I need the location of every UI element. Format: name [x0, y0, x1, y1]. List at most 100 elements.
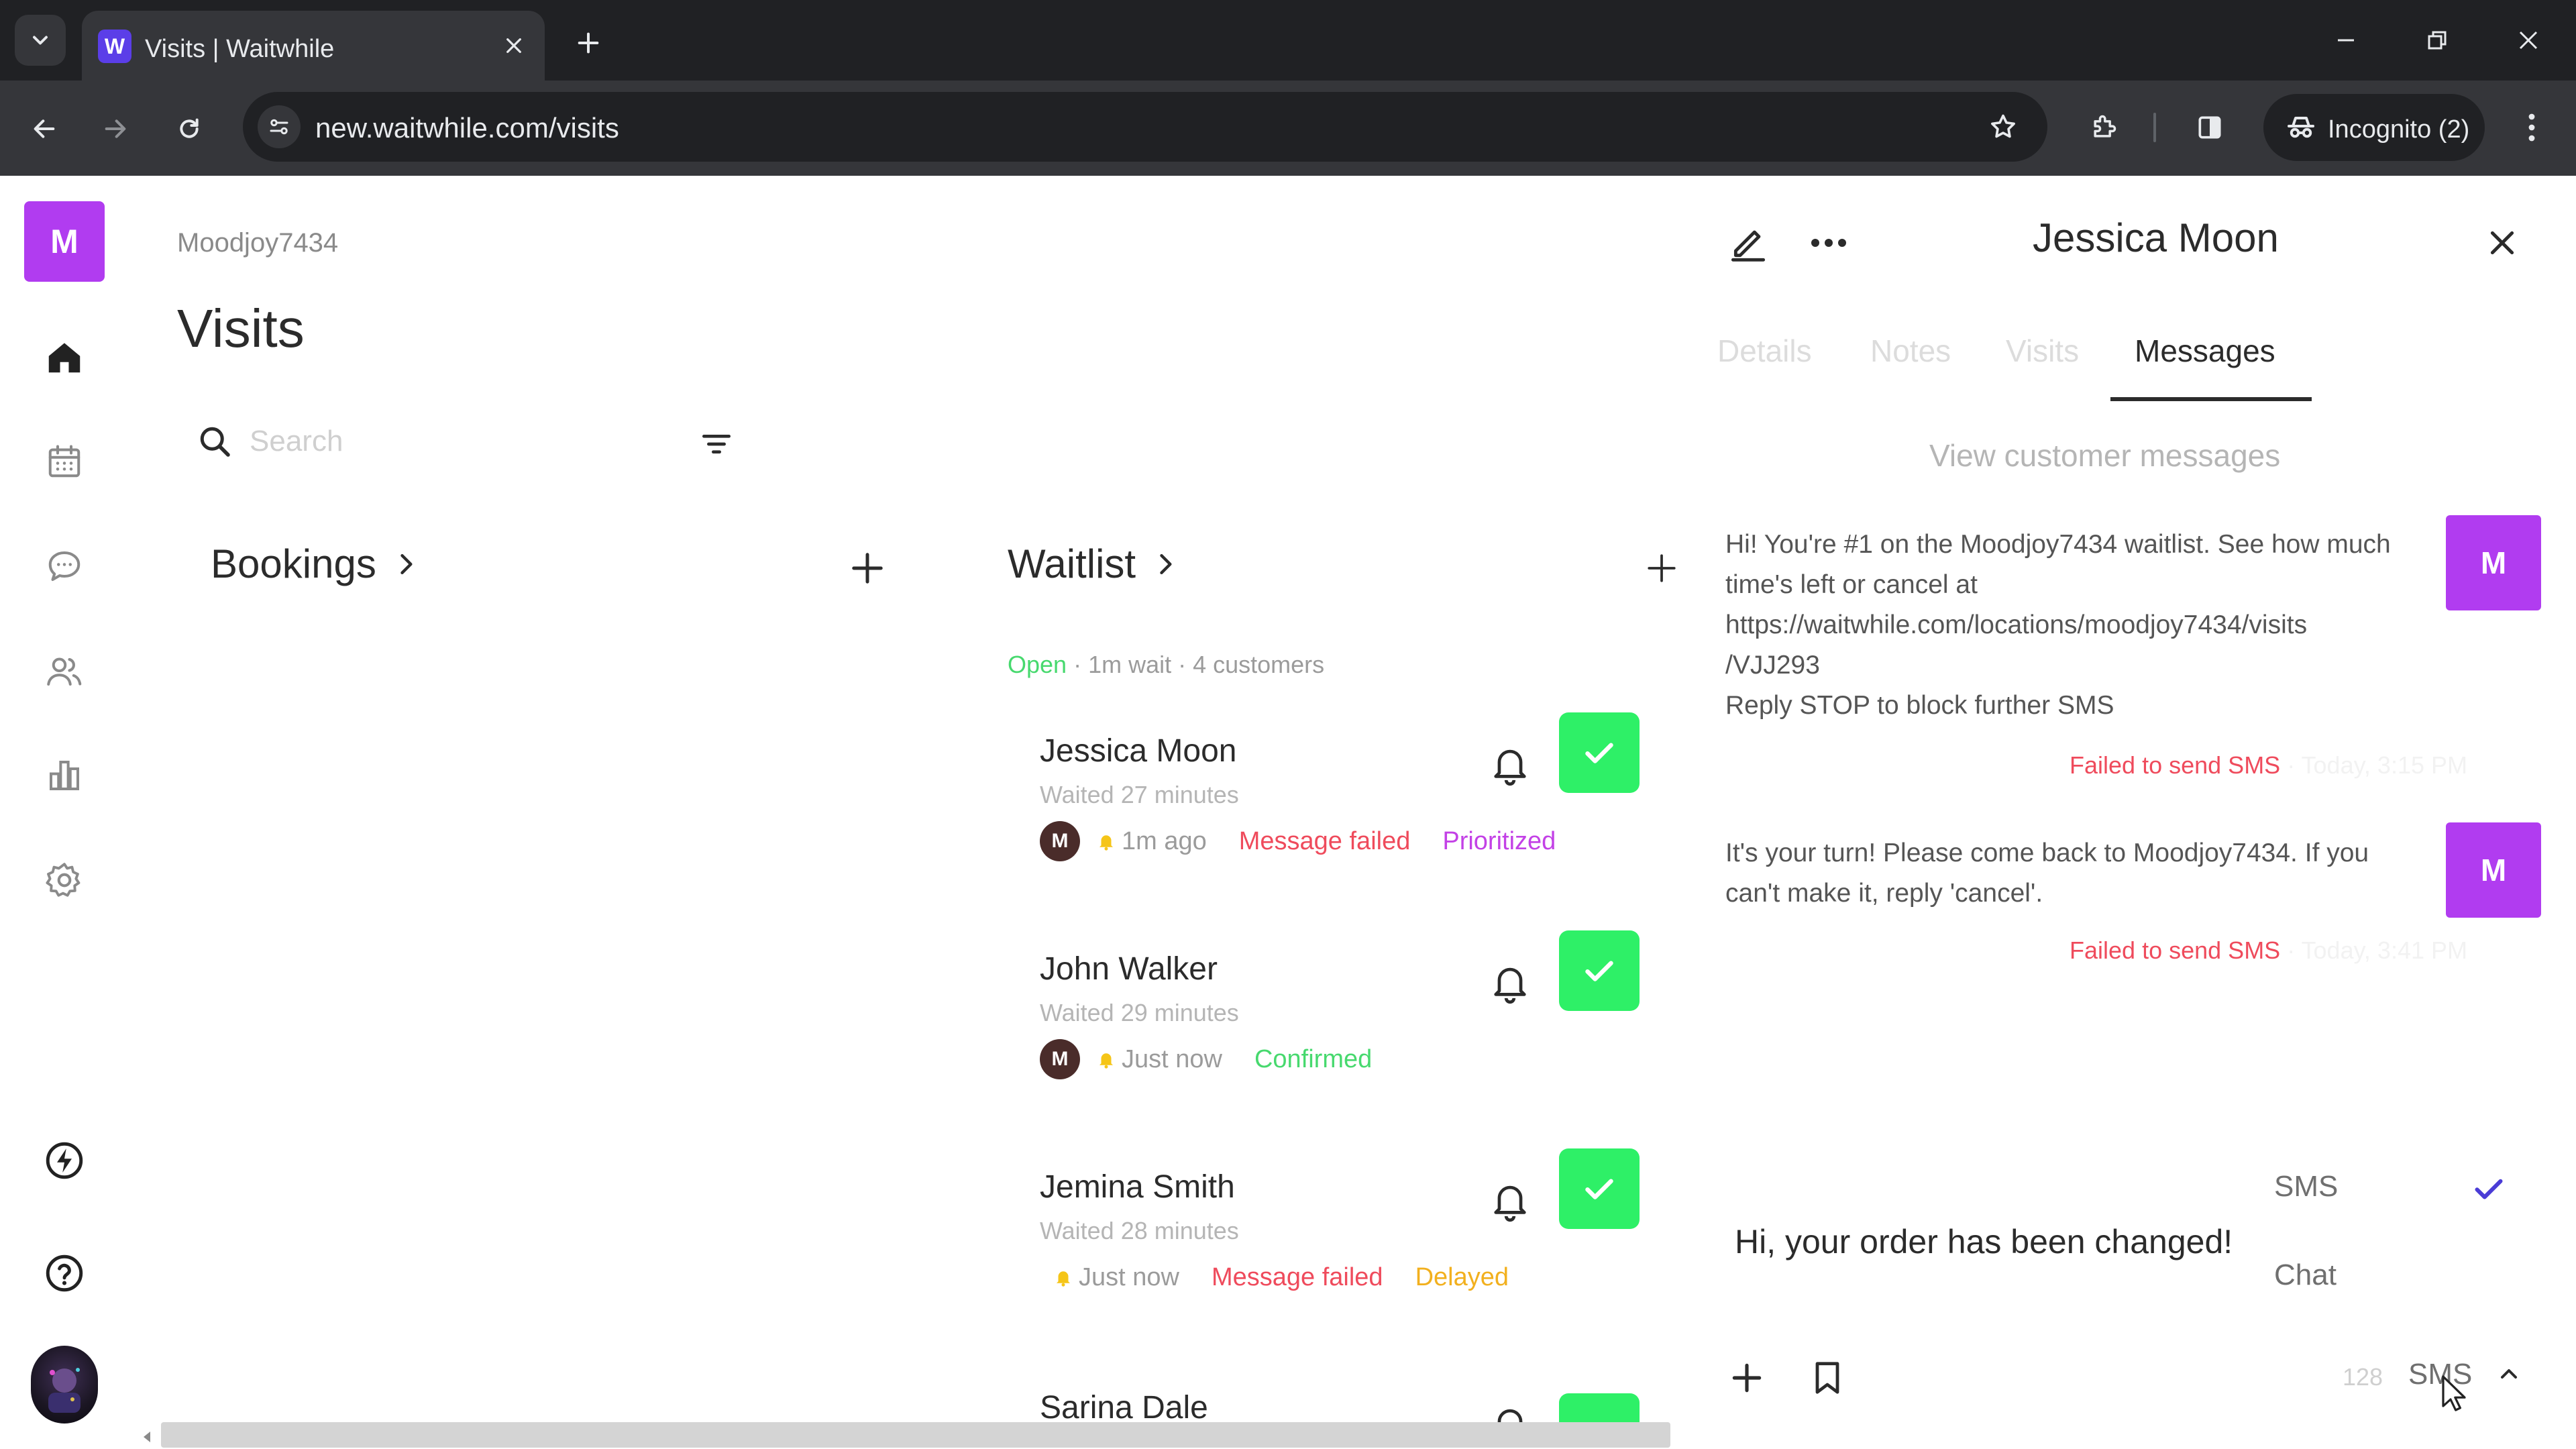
sidebar-nav: M — [0, 176, 129, 1449]
forward-arrow-icon[interactable] — [91, 105, 140, 153]
notify-bell-icon[interactable] — [1487, 741, 1534, 788]
browser-tab-active[interactable]: W Visits | Waitwhile — [82, 11, 545, 80]
bookings-header[interactable]: Bookings — [211, 541, 421, 587]
browser-toolbar: new.waitwhile.com/visits Incognito (2) — [0, 80, 2576, 176]
side-panel-icon[interactable] — [2186, 103, 2234, 152]
address-url: new.waitwhile.com/visits — [315, 112, 619, 144]
toolbar-separator — [2153, 113, 2156, 142]
address-bar[interactable]: new.waitwhile.com/visits — [243, 92, 2047, 162]
search-input[interactable] — [250, 420, 665, 463]
bolt-icon[interactable] — [38, 1134, 91, 1187]
extensions-puzzle-icon[interactable] — [2080, 103, 2128, 152]
help-icon[interactable] — [38, 1246, 91, 1300]
message-line: Hi! You're #1 on the Moodjoy7434 waitlis… — [1725, 530, 2391, 599]
serve-checkmark-button[interactable] — [1559, 930, 1640, 1011]
search-icon — [195, 421, 235, 462]
more-options-icon[interactable] — [1803, 217, 1854, 268]
message-status: Failed to send SMS · Today, 3:15 PM — [2070, 751, 2467, 780]
character-count: 128 — [2343, 1363, 2383, 1391]
chevron-up-icon[interactable] — [2489, 1354, 2529, 1394]
message-time: · Today, 3:15 PM — [2280, 751, 2467, 779]
location-avatar[interactable]: M — [24, 201, 105, 282]
reload-icon[interactable] — [165, 105, 213, 153]
waitlist-open-label: Open — [1008, 651, 1067, 678]
send-failed-label: Failed to send SMS — [2070, 936, 2281, 964]
people-icon[interactable] — [38, 644, 91, 698]
serve-checkmark-button[interactable] — [1559, 1148, 1640, 1229]
add-attachment-plus-icon[interactable] — [1721, 1352, 1772, 1403]
sender-avatar: M — [2446, 822, 2541, 918]
customer-name: John Walker — [1040, 951, 1218, 987]
waitlist-card[interactable]: John Walker Waited 29 minutes M Just now… — [1040, 930, 1657, 1152]
message-status: Failed to send SMS · Today, 3:41 PM — [2070, 936, 2467, 965]
browser-menu-kebab-icon[interactable] — [2512, 103, 2552, 152]
waitlist-header[interactable]: Waitlist — [1008, 541, 1180, 587]
page-title: Visits — [177, 299, 305, 358]
status-prioritized: Prioritized — [1442, 826, 1556, 855]
scroll-left-arrow-icon[interactable] — [140, 1429, 156, 1445]
channel-option-chat[interactable]: Chat — [2274, 1258, 2337, 1292]
window-minimize-icon[interactable] — [2322, 20, 2369, 60]
bell-small-icon — [1057, 1271, 1070, 1287]
message-compose-text[interactable]: Hi, your order has been changed! — [1735, 1222, 2233, 1261]
bookmark-star-icon[interactable] — [1982, 105, 2025, 148]
add-booking-plus-icon[interactable] — [844, 545, 891, 592]
wait-time: Waited 28 minutes — [1040, 1217, 1239, 1244]
saved-replies-bookmark-icon[interactable] — [1802, 1352, 1853, 1403]
waitlist-card[interactable]: Jemina Smith Waited 28 minutes Just now … — [1040, 1148, 1657, 1370]
edit-pencil-icon[interactable] — [1723, 217, 1774, 268]
checkmark-icon — [1585, 743, 1613, 763]
tab-details[interactable]: Details — [1717, 333, 1812, 369]
tab-notes[interactable]: Notes — [1870, 333, 1951, 369]
waitlist-card[interactable]: Sarina Dale — [1040, 1387, 1657, 1427]
staff-avatar: M — [1040, 821, 1080, 861]
message-line: /VJJ293 — [1725, 651, 1820, 680]
tab-search-chevron-icon[interactable] — [15, 15, 66, 66]
browser-tab-strip: W Visits | Waitwhile — [0, 0, 2576, 80]
calendar-icon[interactable] — [38, 435, 91, 488]
home-icon[interactable] — [38, 330, 91, 384]
checkmark-icon — [1585, 1179, 1613, 1199]
active-tab-indicator — [2110, 397, 2312, 401]
chat-icon[interactable] — [38, 539, 91, 593]
waitlist-card[interactable]: Jessica Moon Waited 27 minutes M 1m ago … — [1040, 712, 1657, 934]
tab-visits[interactable]: Visits — [2006, 333, 2079, 369]
sender-avatar: M — [2446, 515, 2541, 610]
message-line: It's your turn! Please come back to Mood… — [1725, 839, 2369, 908]
wait-time: Waited 29 minutes — [1040, 999, 1239, 1026]
status-message-failed: Message failed — [1211, 1263, 1383, 1291]
view-customer-messages-link[interactable]: View customer messages — [1929, 437, 2280, 474]
window-restore-icon[interactable] — [2414, 20, 2461, 60]
user-profile-avatar[interactable] — [31, 1346, 98, 1424]
gear-icon[interactable] — [38, 853, 91, 907]
serve-checkmark-button[interactable] — [1559, 712, 1640, 793]
message-line: Reply STOP to block further SMS — [1725, 691, 2114, 720]
wait-time: Waited 27 minutes — [1040, 781, 1239, 808]
customer-name-heading: Jessica Moon — [2033, 215, 2279, 260]
window-close-icon[interactable] — [2505, 20, 2552, 60]
notified-time: 1m ago — [1122, 826, 1207, 855]
incognito-icon — [2282, 109, 2320, 146]
status-delayed: Delayed — [1415, 1263, 1509, 1291]
browser-tab-title: Visits | Waitwhile — [145, 35, 335, 63]
filter-icon[interactable] — [698, 425, 735, 463]
analytics-icon[interactable] — [38, 749, 91, 802]
channel-option-sms[interactable]: SMS — [2274, 1170, 2338, 1203]
new-tab-plus-icon[interactable] — [567, 21, 610, 64]
status-confirmed: Confirmed — [1254, 1044, 1373, 1073]
notify-bell-icon[interactable] — [1487, 959, 1534, 1006]
notify-bell-icon[interactable] — [1487, 1177, 1534, 1224]
status-message-failed: Message failed — [1238, 826, 1411, 855]
close-panel-icon[interactable] — [2477, 217, 2528, 268]
tab-close-icon[interactable] — [496, 28, 531, 63]
bell-small-icon — [1099, 1053, 1113, 1069]
card-meta-row: M Just now Confirmed — [1040, 1038, 1372, 1081]
back-arrow-icon[interactable] — [20, 105, 68, 153]
customer-name: Sarina Dale — [1040, 1390, 1208, 1426]
waitlist-label: Waitlist — [1008, 541, 1136, 586]
tab-messages[interactable]: Messages — [2135, 333, 2275, 369]
horizontal-scrollbar[interactable] — [161, 1422, 1670, 1448]
last-notified: Just now — [1053, 1263, 1179, 1292]
site-settings-icon[interactable] — [258, 105, 301, 148]
incognito-profile-button[interactable]: Incognito (2) — [2263, 94, 2485, 161]
